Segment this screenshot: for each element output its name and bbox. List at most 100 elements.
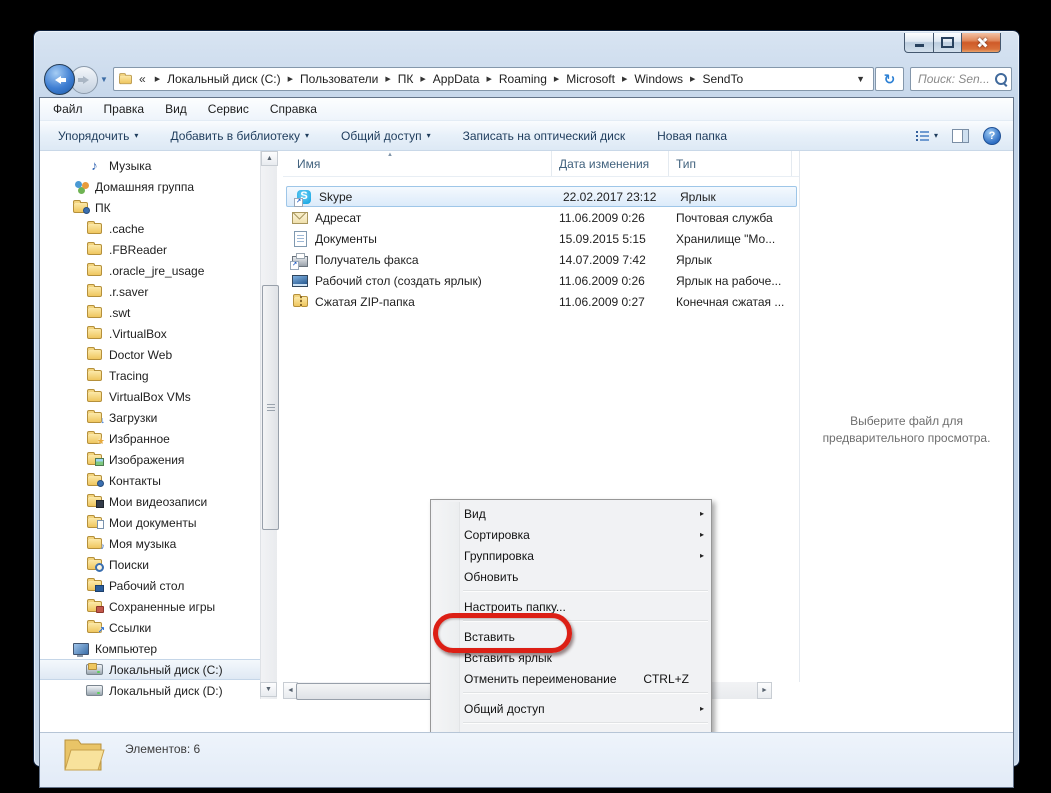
menu-file[interactable]: Файл [53, 102, 83, 116]
context-item-share[interactable]: Общий доступ▸ [431, 698, 711, 719]
crumb-windows[interactable]: Windows [634, 72, 683, 86]
preview-pane-button[interactable] [952, 129, 969, 143]
menu-view[interactable]: Вид [165, 102, 187, 116]
sidebar-item-contacts[interactable]: Контакты [40, 470, 260, 491]
sidebar-item-local-disk-c[interactable]: Локальный диск (C:) [40, 659, 260, 680]
crumb-separator-icon: ▶ [288, 75, 293, 83]
context-item-refresh[interactable]: Обновить [431, 566, 711, 587]
crumb-separator-icon: ▶ [690, 75, 695, 83]
crumb-separator-icon: ▶ [385, 75, 390, 83]
column-name[interactable]: Имя [283, 151, 552, 176]
crumb-pk[interactable]: ПК [398, 72, 414, 86]
crumb-local-disk-c[interactable]: Локальный диск (C:) [167, 72, 281, 86]
folder-icon [86, 391, 103, 402]
sidebar-item-user-pk[interactable]: ПК [40, 197, 260, 218]
sidebar-item-saved-games[interactable]: Сохраненные игры [40, 596, 260, 617]
user-folder-icon [72, 202, 89, 213]
scroll-down-button[interactable]: ▼ [260, 682, 277, 697]
file-row-desktop-shortcut[interactable]: Рабочий стол (создать ярлык) 11.06.2009 … [283, 270, 799, 291]
crumb-roaming[interactable]: Roaming [499, 72, 547, 86]
menu-tools[interactable]: Сервис [208, 102, 249, 116]
context-item-sort[interactable]: Сортировка▸ [431, 524, 711, 545]
sidebar-item-fbreader[interactable]: .FBReader [40, 239, 260, 260]
sidebar-item-swt[interactable]: .swt [40, 302, 260, 323]
context-item-create[interactable]: Создать▸ [431, 728, 711, 732]
sidebar-vertical-scrollbar[interactable]: ▲ [260, 151, 277, 699]
refresh-button[interactable]: ↻ [875, 67, 904, 91]
maximize-button[interactable] [934, 33, 962, 53]
search-input[interactable]: Поиск: Sen... [910, 67, 1012, 91]
address-dropdown-caret[interactable]: ▼ [856, 74, 865, 84]
refresh-icon: ↻ [884, 71, 896, 88]
file-row-documents[interactable]: Документы 15.09.2015 5:15 Хранилище "Мо.… [283, 228, 799, 249]
caption-buttons [904, 33, 1001, 52]
organize-button[interactable]: Упорядочить▾ [58, 129, 138, 143]
close-button[interactable] [962, 33, 1001, 53]
help-button[interactable]: ? [983, 127, 1001, 145]
sidebar-item-computer[interactable]: Компьютер [40, 638, 260, 659]
sidebar-item-my-music[interactable]: ♪Моя музыка [40, 533, 260, 554]
column-date-modified[interactable]: Дата изменения [552, 151, 669, 176]
menu-help[interactable]: Справка [270, 102, 317, 116]
drive-icon [86, 685, 103, 696]
sidebar-item-my-documents[interactable]: Мои документы [40, 512, 260, 533]
breadcrumb[interactable]: « ▶ Локальный диск (C:) ▶ Пользователи ▶… [113, 67, 874, 91]
sidebar-item-homegroup[interactable]: Домашняя группа [40, 176, 260, 197]
sidebar-item-searches[interactable]: Поиски [40, 554, 260, 575]
sidebar-item-links[interactable]: ↗Ссылки [40, 617, 260, 638]
back-button[interactable] [44, 64, 75, 95]
add-to-library-button[interactable]: Добавить в библиотеку▾ [170, 129, 309, 143]
search-icon[interactable] [995, 73, 1007, 85]
sidebar-item-desktop[interactable]: Рабочий стол [40, 575, 260, 596]
folder-icon [86, 349, 103, 360]
recent-pages-caret[interactable]: ▼ [100, 75, 108, 84]
document-icon [292, 231, 308, 247]
new-folder-button[interactable]: Новая папка [657, 129, 727, 143]
crumb-users[interactable]: Пользователи [300, 72, 378, 86]
searches-folder-icon [86, 559, 103, 570]
crumb-separator-icon: ▶ [622, 75, 627, 83]
sort-ascending-icon: ▲ [387, 152, 393, 158]
share-button[interactable]: Общий доступ▾ [341, 129, 431, 143]
sidebar-item-pictures[interactable]: Изображения [40, 449, 260, 470]
sidebar-item-doctorweb[interactable]: Doctor Web [40, 344, 260, 365]
sidebar-item-my-videos[interactable]: Мои видеозаписи [40, 491, 260, 512]
contacts-folder-icon [86, 475, 103, 486]
sidebar-item-music[interactable]: ♪Музыка [40, 155, 260, 176]
sidebar-item-tracing[interactable]: Tracing [40, 365, 260, 386]
videos-folder-icon [86, 496, 103, 507]
file-row-zip-folder[interactable]: Сжатая ZIP-папка 11.06.2009 0:27 Конечна… [283, 291, 799, 312]
file-row-addressee[interactable]: Адресат 11.06.2009 0:26 Почтовая служба [283, 207, 799, 228]
sidebar-item-virtualbox-vms[interactable]: VirtualBox VMs [40, 386, 260, 407]
sidebar-item-favorites[interactable]: ★Избранное [40, 428, 260, 449]
menu-edit[interactable]: Правка [104, 102, 145, 116]
sidebar-item-downloads[interactable]: ↓Загрузки [40, 407, 260, 428]
context-item-undo-rename[interactable]: Отменить переименованиеCTRL+Z [431, 668, 711, 689]
maximize-icon [941, 37, 954, 48]
column-type[interactable]: Тип [669, 151, 792, 176]
views-button[interactable]: ▾ [916, 130, 938, 141]
file-row-skype[interactable]: ↗Skype 22.02.2017 23:12 Ярлык [286, 186, 797, 207]
scroll-right-icon: ► [761, 687, 768, 694]
scrollbar-thumb[interactable] [262, 285, 279, 530]
sidebar-item-oracle-jre[interactable]: .oracle_jre_usage [40, 260, 260, 281]
file-row-fax-recipient[interactable]: ↗Получатель факса 14.07.2009 7:42 Ярлык [283, 249, 799, 270]
crumb-microsoft[interactable]: Microsoft [566, 72, 615, 86]
sidebar-item-local-disk-d[interactable]: Локальный диск (D:) [40, 680, 260, 701]
context-item-group[interactable]: Группировка▸ [431, 545, 711, 566]
views-icon [916, 130, 929, 141]
music-icon: ♪ [86, 158, 103, 173]
shortcut-label: CTRL+Z [643, 672, 689, 686]
crumb-sendto[interactable]: SendTo [702, 72, 743, 86]
sidebar-item-virtualbox[interactable]: .VirtualBox [40, 323, 260, 344]
links-folder-icon: ↗ [86, 622, 103, 633]
scroll-up-button[interactable]: ▲ [261, 151, 278, 166]
context-item-view[interactable]: Вид▸ [431, 503, 711, 524]
sidebar-item-rsaver[interactable]: .r.saver [40, 281, 260, 302]
breadcrumb-overflow-chevron[interactable]: « [139, 72, 146, 86]
crumb-appdata[interactable]: AppData [433, 72, 480, 86]
scroll-right-button[interactable]: ► [757, 682, 772, 699]
minimize-button[interactable] [904, 33, 934, 53]
sidebar-item-cache[interactable]: .cache [40, 218, 260, 239]
burn-button[interactable]: Записать на оптический диск [463, 129, 626, 143]
